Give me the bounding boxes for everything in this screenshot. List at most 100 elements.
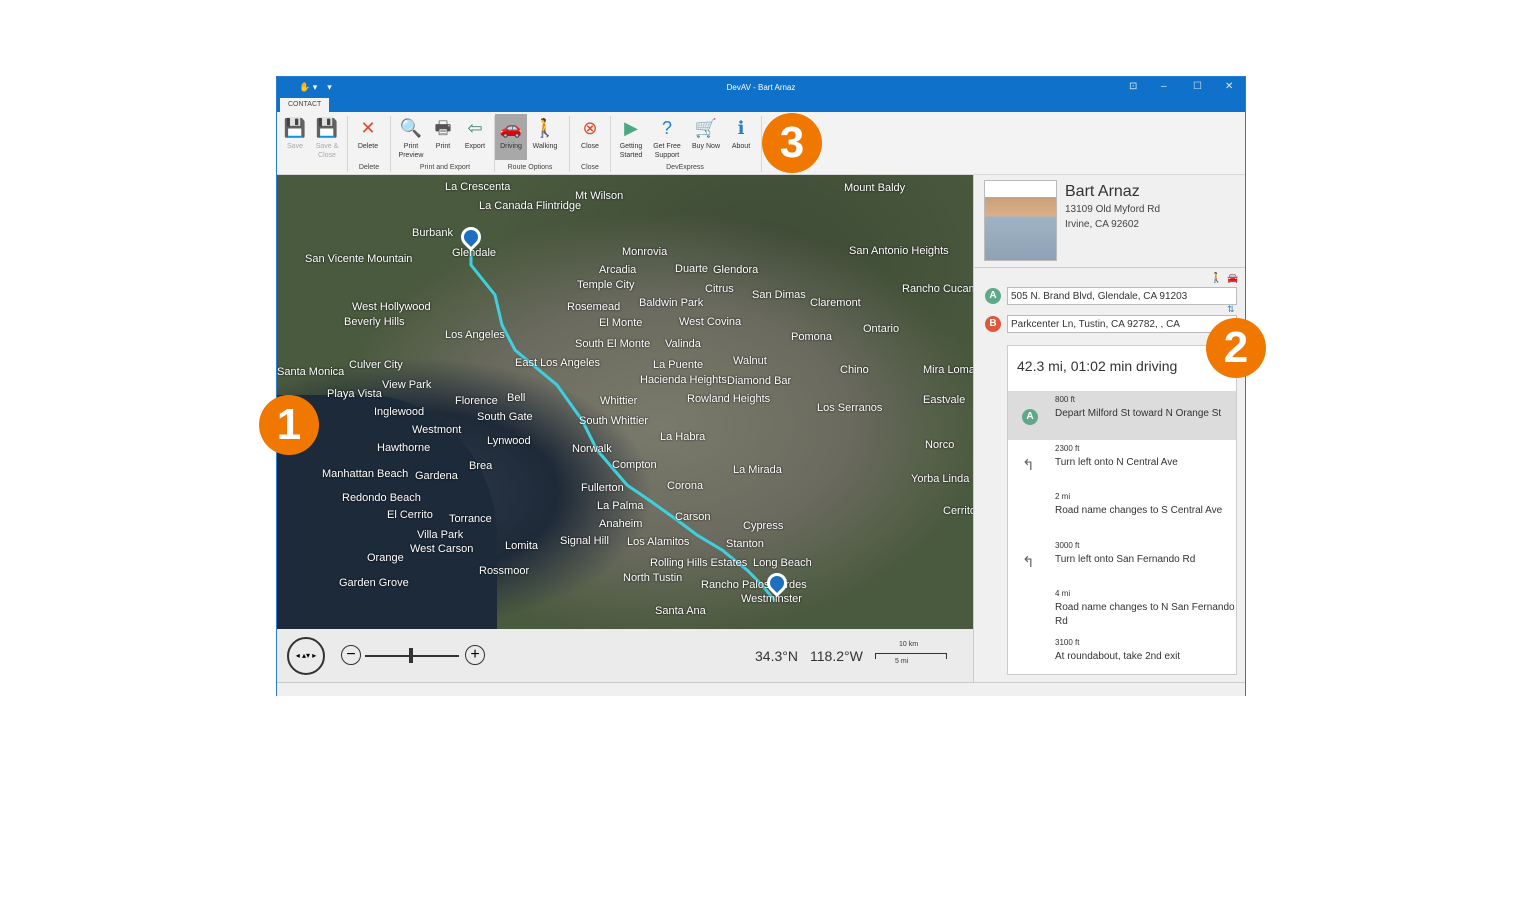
close-icon: ⊗ [582,117,598,138]
get-free-support-button[interactable]: ? Get Free Support [651,114,683,160]
save-close-icon: 💾 [315,117,339,138]
zoom-in-button[interactable]: + [465,645,485,665]
map-label: Lynwood [487,435,531,447]
map-label: Santa Monica [277,366,345,378]
map-label: Burbank [412,227,453,239]
driving-button[interactable]: 🚗 Driving [495,114,527,160]
window-title: DevAV - Bart Arnaz [726,83,796,92]
direction-step[interactable]: ↰ 3000 ft Turn left onto San Fernando Rd [1008,537,1236,586]
map-label: Glendora [713,264,759,276]
swap-addresses-icon[interactable]: ⇅ [1227,304,1235,315]
step-instruction: Turn left onto N Central Ave [1055,456,1178,468]
start-address-input[interactable]: 505 N. Brand Blvd, Glendale, CA 91203 [1007,287,1237,305]
delete-icon: ✕ [360,117,376,138]
button-label: Close [581,143,599,150]
map-label: La Palma [597,500,644,512]
print-preview-icon: 🔍 [399,117,423,138]
ribbon: 💾 Save 💾 Save & Close ✕ Delete 🔍 Print Preview 🖶… [277,112,1245,175]
minimize-button[interactable]: – [1161,81,1167,92]
map-label: Hacienda Heights [640,374,727,386]
step-instruction: Road name changes to S Central Ave [1055,505,1223,516]
direction-step[interactable]: A 800 ft Depart Milford St toward N Orange… [1008,391,1236,440]
map-label: West Hollywood [352,301,431,313]
direction-step[interactable]: 4 mi Road name changes to N San Fernando … [1008,585,1236,634]
button-label: Buy Now [691,143,720,150]
save-icon: 💾 [283,117,307,138]
ribbon-separator [610,116,611,172]
ribbon-separator [494,116,495,172]
save-close-button[interactable]: 💾 Save & Close [311,114,343,160]
tab-contact[interactable]: CONTACT [280,98,330,112]
button-label: Save & Close [315,143,339,159]
button-label: Getting Started [619,143,643,159]
map-label: Los Serranos [817,402,883,414]
ribbon-group-label: Print and Export [419,164,471,171]
buy-now-button[interactable]: 🛒 Buy Now [690,114,722,151]
map-label: San Dimas [752,289,806,301]
direction-step[interactable]: ↰ 2300 ft Turn left onto N Central Ave [1008,440,1236,489]
step-instruction: Turn left onto San Fernando Rd [1055,553,1196,565]
delete-button[interactable]: ✕ Delete [352,114,384,151]
map-label: El Monte [599,317,643,329]
route-summary: 42.3 mi, 01:02 min driving [1017,358,1178,374]
map-label: West Carson [410,543,474,555]
ribbon-group-label: DevExpress [666,164,704,171]
cart-icon: 🛒 [694,117,718,138]
map-view[interactable]: La Crescenta La Canada Flintridge Mt Wilso… [277,175,973,629]
step-instruction: Road name changes to N San Fernando Rd [1055,602,1235,627]
walking-icon: 🚶 [533,117,557,138]
step-instruction: Depart Milford St toward N Orange St [1055,408,1222,419]
zoom-out-button[interactable]: − [341,645,361,665]
map-label: Citrus [705,283,734,295]
walking-button[interactable]: 🚶 Walking [529,114,561,151]
print-button[interactable]: 🖶 Print [427,114,459,151]
map-label: La Canada Flintridge [479,200,582,212]
map-label: Manhattan Beach [322,468,409,480]
zoom-slider-thumb[interactable] [409,648,413,663]
ribbon-display-icon[interactable]: ⊡ [1129,81,1137,92]
map-label: Florence [455,395,498,407]
map-label: Torrance [449,513,492,525]
direction-step[interactable]: 2 mi Road name changes to S Central Ave [1008,488,1236,537]
map-label: Pomona [791,331,832,343]
map-label: Lomita [505,540,539,552]
getting-started-button[interactable]: ▶ Getting Started [615,114,647,160]
support-icon: ? [661,117,672,138]
map-label: Brea [469,460,493,472]
scale-bar [875,653,947,659]
map-label: Eastvale [923,394,966,406]
save-button[interactable]: 💾 Save [279,114,311,151]
map-label: Baldwin Park [639,297,704,309]
map-label: Corona [667,480,704,492]
map-label: West Covina [679,316,742,328]
map-label: Long Beach [753,557,812,569]
direction-step[interactable]: 3100 ft At roundabout, take 2nd exit [1008,634,1236,675]
pan-control[interactable]: ◂ ▴▾ ▸ [287,637,325,675]
map-label: East Los Angeles [515,357,601,369]
contact-name: Bart Arnaz [1065,183,1140,200]
turn-left-icon: ↰ [1022,456,1035,474]
map-label: Hawthorne [377,442,431,454]
map-label: Glendale [452,247,497,259]
close-button[interactable]: ⊗ Close [574,114,606,151]
scale-km: 10 km [899,641,919,648]
close-window-button[interactable]: ✕ [1225,81,1233,92]
map-label: San Vicente Mountain [305,253,413,265]
ribbon-group-label: Route Options [507,164,553,171]
map-label: Playa Vista [327,388,382,400]
driving-mode-icon[interactable]: 🚘 [1227,273,1238,284]
map-label: Orange [367,552,404,564]
button-label: Delete [357,143,379,150]
step-distance: 3000 ft [1055,540,1080,550]
callout-1: 1 [259,395,319,455]
end-address-input[interactable]: Parkcenter Ln, Tustin, CA 92782, , CA [1007,315,1237,333]
directions-list[interactable]: 42.3 mi, 01:02 min driving A 800 ft Depart… [1007,345,1237,675]
print-preview-button[interactable]: 🔍 Print Preview [395,114,427,160]
map-label: Monrovia [622,246,668,258]
map-label: Beverly Hills [344,316,405,328]
export-button[interactable]: ⇦ Export [459,114,491,151]
walking-mode-icon[interactable]: 🚶 [1210,273,1222,284]
maximize-button[interactable]: ☐ [1193,81,1202,92]
about-button[interactable]: ℹ About [725,114,757,151]
turn-left-icon: ↰ [1022,553,1035,571]
